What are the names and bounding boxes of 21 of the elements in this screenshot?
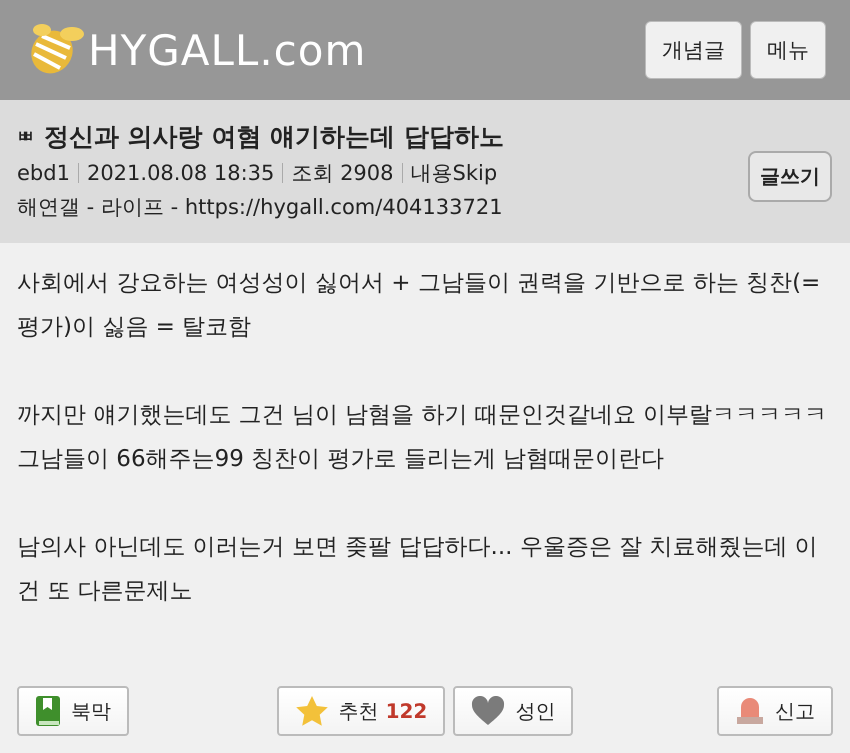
bookmark-button[interactable]: 북막 [17,686,129,736]
post-paragraph: 사회에서 강요하는 여성성이 싫어서 + 그남들이 권력을 기반으로 하는 칭찬(=평가)이 싫음 = 탈코함 [17,269,822,342]
meta-item: 내용Skip [410,160,498,187]
header-button[interactable]: 메뉴 [750,21,826,79]
header-button[interactable]: 개념글 [645,21,742,79]
recommend-button[interactable]: 추천 122 [276,686,446,736]
post-paragraph: 남의사 아닌데도 이러는거 보면 좆팔 답답하다... 우울증은 잘 치료해줬는데 이건 또 다른문제노 [17,533,819,606]
write-button[interactable]: 글쓰기 [748,151,832,202]
star-icon [294,695,329,727]
adult-button[interactable]: 성인 [453,686,574,736]
siren-icon [735,697,765,725]
breadcrumb: 해연갤 - 라이프 - https://hygall.com/404133721 [17,194,504,221]
heart-icon [471,696,506,726]
meta-item: 2021.08.08 18:35 [86,161,274,185]
meta-item: ebd1 [17,161,70,185]
post-title: 정신과 의사랑 여혐 얘기하는데 답답하노 [44,121,504,153]
meta-item: 조회 2908 [291,160,394,187]
post-paragraph: 까지만 얘기했는데도 그건 님이 남혐을 하기 때문인것같네요 이부랄ㅋㅋㅋㅋㅋ 그남들이 66해주는99 칭찬이 평가로 들리는게 남혐때문이란다 [17,401,828,474]
book-icon [35,695,61,727]
category-mark: ㅃ [17,126,34,148]
report-button[interactable]: 신고 [717,686,833,736]
